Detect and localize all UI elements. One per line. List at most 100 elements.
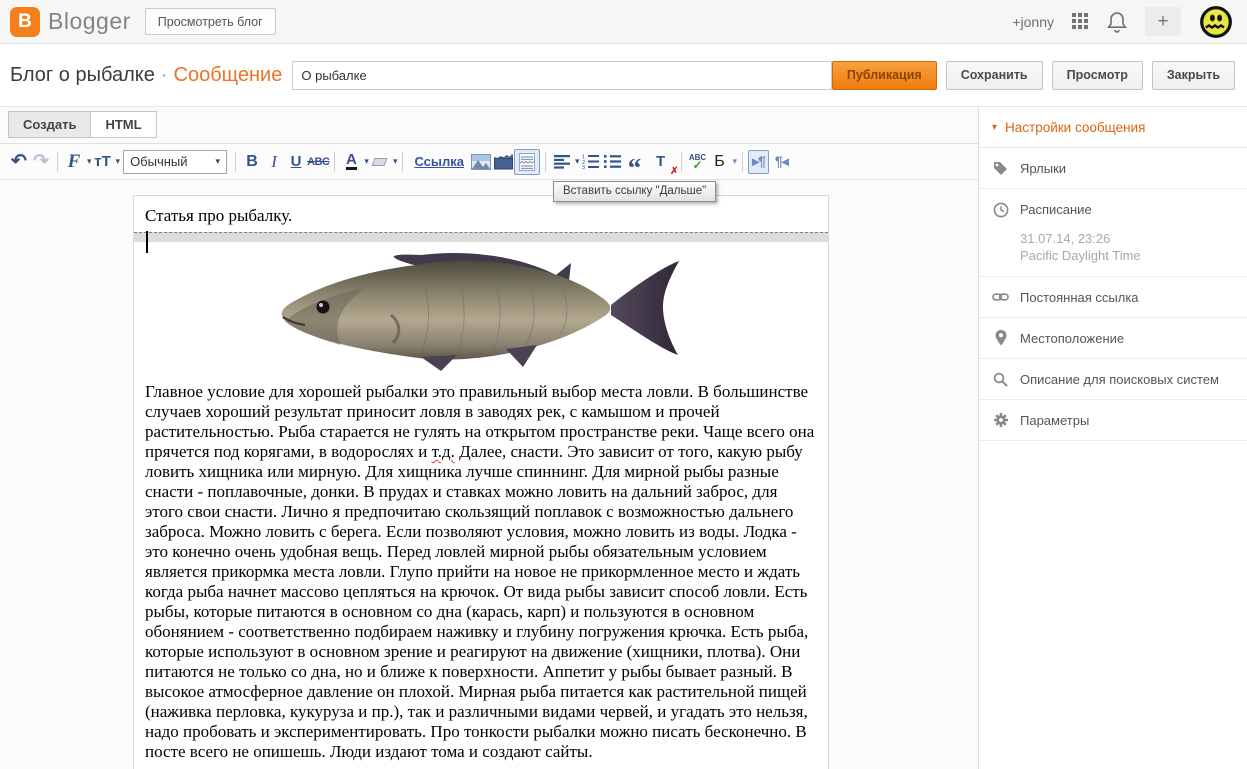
publish-button[interactable]: Публикация xyxy=(831,60,937,90)
tab-compose-label: Создать xyxy=(23,117,77,132)
fish-photo xyxy=(281,253,679,371)
search-icon xyxy=(993,372,1008,387)
insert-image-button[interactable] xyxy=(470,149,492,175)
sidebar-item-schedule-block: Расписание 31.07.14, 23:26 Pacific Dayli… xyxy=(979,189,1247,277)
blog-title[interactable]: Блог о рыбалке xyxy=(10,64,155,87)
bold-button[interactable]: B xyxy=(241,149,263,175)
publish-label: Публикация xyxy=(846,68,922,82)
plus-button[interactable]: + xyxy=(1145,7,1181,36)
font-size-dropdown-icon[interactable]: ▾ xyxy=(116,156,121,167)
plus-button-label: + xyxy=(1157,10,1169,32)
alignment-button[interactable] xyxy=(551,149,573,175)
page-type-label: Сообщение xyxy=(173,63,283,86)
blockquote-button[interactable]: “ xyxy=(624,149,646,181)
post-settings-title: Настройки сообщения xyxy=(1005,119,1146,135)
view-blog-label: Просмотреть блог xyxy=(157,14,263,29)
sidebar-item-options-text: Параметры xyxy=(1020,412,1090,428)
spellcheck-button[interactable]: ABC ✓ xyxy=(687,149,709,175)
post-title-input[interactable] xyxy=(292,60,832,90)
sidebar-item-schedule[interactable]: Расписание xyxy=(979,189,1247,230)
account-name[interactable]: +jonny xyxy=(1012,14,1054,30)
sidebar-item-location-text: Местоположение xyxy=(1020,330,1125,346)
highlight-dropdown-icon[interactable]: ▾ xyxy=(393,156,398,167)
blogger-logo-letter: B xyxy=(18,10,32,32)
font-size-button[interactable]: тT xyxy=(92,149,114,175)
location-pin-icon xyxy=(995,330,1006,346)
link-icon xyxy=(992,293,1009,301)
jump-break-marker[interactable] xyxy=(134,231,828,253)
underline-button[interactable]: U xyxy=(285,149,307,175)
highlighter-icon xyxy=(371,157,388,166)
clock-icon xyxy=(993,202,1008,217)
clear-formatting-button[interactable]: T ✗ xyxy=(650,149,679,177)
sidebar-item-permalink-text: Постоянная ссылка xyxy=(1020,289,1139,305)
image-icon xyxy=(471,153,492,170)
post-body-text: Главное условие для хорошей рыбалки это … xyxy=(145,382,817,762)
align-left-icon xyxy=(553,154,570,169)
page-break-icon xyxy=(519,152,536,171)
preview-button[interactable]: Просмотр xyxy=(1051,60,1143,90)
highlight-color-button[interactable] xyxy=(369,149,391,175)
paragraph-format-value: Обычный xyxy=(130,154,188,169)
title-separator: · xyxy=(160,63,168,86)
tab-html-label: HTML xyxy=(105,117,142,132)
numbered-list-button[interactable]: 123 xyxy=(580,149,602,175)
editor-area: Создать HTML ↶ ↷ F ▾ тT ▾ Обычный ▾ B I … xyxy=(0,107,978,769)
clear-formatting-x: ✗ xyxy=(670,165,679,177)
strikethrough-button[interactable]: ABC xyxy=(307,149,330,175)
insert-video-button[interactable] xyxy=(492,149,514,175)
apps-grid-icon[interactable] xyxy=(1072,13,1089,30)
insert-link-button[interactable]: Ссылка xyxy=(408,154,470,169)
post-heading-text: Статья про рыбалку. xyxy=(145,206,293,225)
paragraph-format-select[interactable]: Обычный ▾ xyxy=(123,149,228,174)
close-label: Закрыть xyxy=(1166,68,1220,82)
paragraph-part-2: Далее, снасти. Это зависит от того, каку… xyxy=(145,442,809,761)
bullet-list-button[interactable] xyxy=(602,149,624,175)
schedule-date: 31.07.14, 23:26 xyxy=(1020,231,1111,246)
text-color-button[interactable]: A xyxy=(345,152,357,170)
collapse-triangle-icon: ▾ xyxy=(992,121,998,133)
avatar[interactable] xyxy=(1199,5,1233,39)
sidebar-item-schedule-text: Расписание xyxy=(1020,202,1092,217)
rtl-direction-button[interactable]: ¶◂ xyxy=(772,153,791,170)
post-image[interactable] xyxy=(271,245,691,378)
transliteration-dropdown-icon[interactable]: ▾ xyxy=(733,156,738,167)
misspelled-word: т.д. xyxy=(431,442,455,461)
preview-label: Просмотр xyxy=(1066,68,1128,82)
svg-text:3: 3 xyxy=(582,165,585,169)
post-body-editor[interactable]: Статья про рыбалку. Главное условие для … xyxy=(133,195,829,769)
sidebar-item-labels[interactable]: Ярлыки xyxy=(979,148,1247,189)
close-button[interactable]: Закрыть xyxy=(1151,60,1235,90)
post-settings-header[interactable]: ▾ Настройки сообщения xyxy=(979,107,1247,148)
tab-html[interactable]: HTML xyxy=(91,111,157,138)
jump-break-tooltip: Вставить ссылку "Дальше" xyxy=(553,181,717,202)
tab-compose[interactable]: Создать xyxy=(8,111,92,138)
tag-icon xyxy=(994,161,1007,175)
blogger-logo-icon[interactable]: B xyxy=(10,6,40,37)
sidebar-item-labels-text: Ярлыки xyxy=(1020,160,1067,176)
paragraph-format-dropdown-icon: ▾ xyxy=(215,156,221,166)
save-button[interactable]: Сохранить xyxy=(945,60,1043,90)
sidebar-item-search-description-text: Описание для поисковых систем xyxy=(1020,371,1219,387)
blogger-wordmark: Blogger xyxy=(48,8,131,34)
italic-button[interactable]: I xyxy=(263,149,285,175)
top-bar: B Blogger Просмотреть блог +jonny + xyxy=(0,0,1247,44)
view-blog-button[interactable]: Просмотреть блог xyxy=(144,8,276,35)
schedule-datetime: 31.07.14, 23:26 Pacific Daylight Time xyxy=(979,230,1247,276)
sidebar-item-search-description[interactable]: Описание для поисковых систем xyxy=(979,359,1247,400)
undo-icon[interactable]: ↶ xyxy=(8,149,30,175)
transliteration-button[interactable]: Б xyxy=(709,149,731,175)
notifications-bell-icon[interactable] xyxy=(1107,11,1127,33)
font-family-button[interactable]: F xyxy=(63,149,85,175)
formatting-toolbar: ↶ ↷ F ▾ тT ▾ Обычный ▾ B I U ABC A ▾ ▾ С… xyxy=(0,143,978,181)
post-header-bar: Блог о рыбалке · Сообщение Публикация Со… xyxy=(0,44,1247,107)
sidebar-item-options[interactable]: Параметры xyxy=(979,400,1247,441)
sidebar-item-location[interactable]: Местоположение xyxy=(979,318,1247,359)
redo-icon[interactable]: ↷ xyxy=(30,149,52,175)
ltr-direction-button[interactable]: ▸¶ xyxy=(748,149,769,174)
editor-mode-tabs: Создать HTML xyxy=(8,111,157,138)
spellcheck-check-icon: ✓ xyxy=(692,158,703,172)
insert-jump-break-button[interactable] xyxy=(514,148,541,175)
sidebar-item-permalink[interactable]: Постоянная ссылка xyxy=(979,277,1247,318)
text-cursor xyxy=(146,231,148,253)
